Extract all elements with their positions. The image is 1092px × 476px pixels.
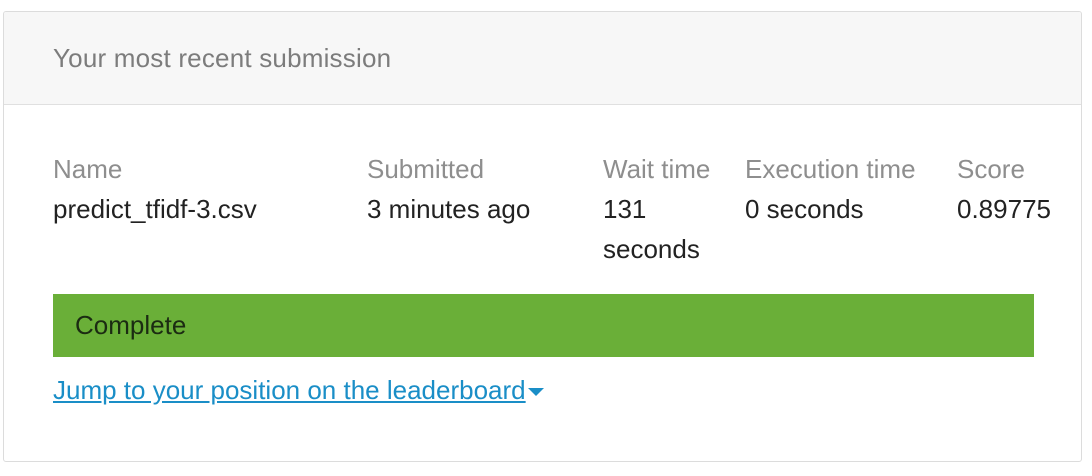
name-column: Name predict_tfidf-3.csv xyxy=(53,149,257,229)
submitted-column: Submitted 3 minutes ago xyxy=(367,149,530,229)
wait-time-value: 131 seconds xyxy=(603,194,700,264)
submitted-header: Submitted xyxy=(367,154,485,184)
caret-down-icon xyxy=(527,388,544,396)
status-label: Complete xyxy=(75,310,187,340)
score-value: 0.89775 xyxy=(957,194,1051,224)
card-header: Your most recent submission xyxy=(4,12,1081,105)
status-bar: Complete xyxy=(53,294,1034,357)
wait-time-header: Wait time xyxy=(603,154,711,184)
score-header: Score xyxy=(957,154,1025,184)
score-column: Score 0.89775 xyxy=(957,149,1051,229)
submission-card: Your most recent submission Name predict… xyxy=(3,11,1082,462)
execution-time-header: Execution time xyxy=(745,154,916,184)
execution-time-column: Execution time 0 seconds xyxy=(745,149,916,229)
submission-file-name: predict_tfidf-3.csv xyxy=(53,194,257,224)
jump-to-leaderboard-link[interactable]: Jump to your position on the leaderboard xyxy=(53,375,544,406)
execution-time-value: 0 seconds xyxy=(745,194,864,224)
submitted-value: 3 minutes ago xyxy=(367,194,531,224)
name-header: Name xyxy=(53,154,123,184)
wait-time-column: Wait time 131 seconds xyxy=(603,149,733,269)
card-title: Your most recent submission xyxy=(53,42,392,73)
jump-link-label: Jump to your position on the leaderboard xyxy=(53,375,526,405)
